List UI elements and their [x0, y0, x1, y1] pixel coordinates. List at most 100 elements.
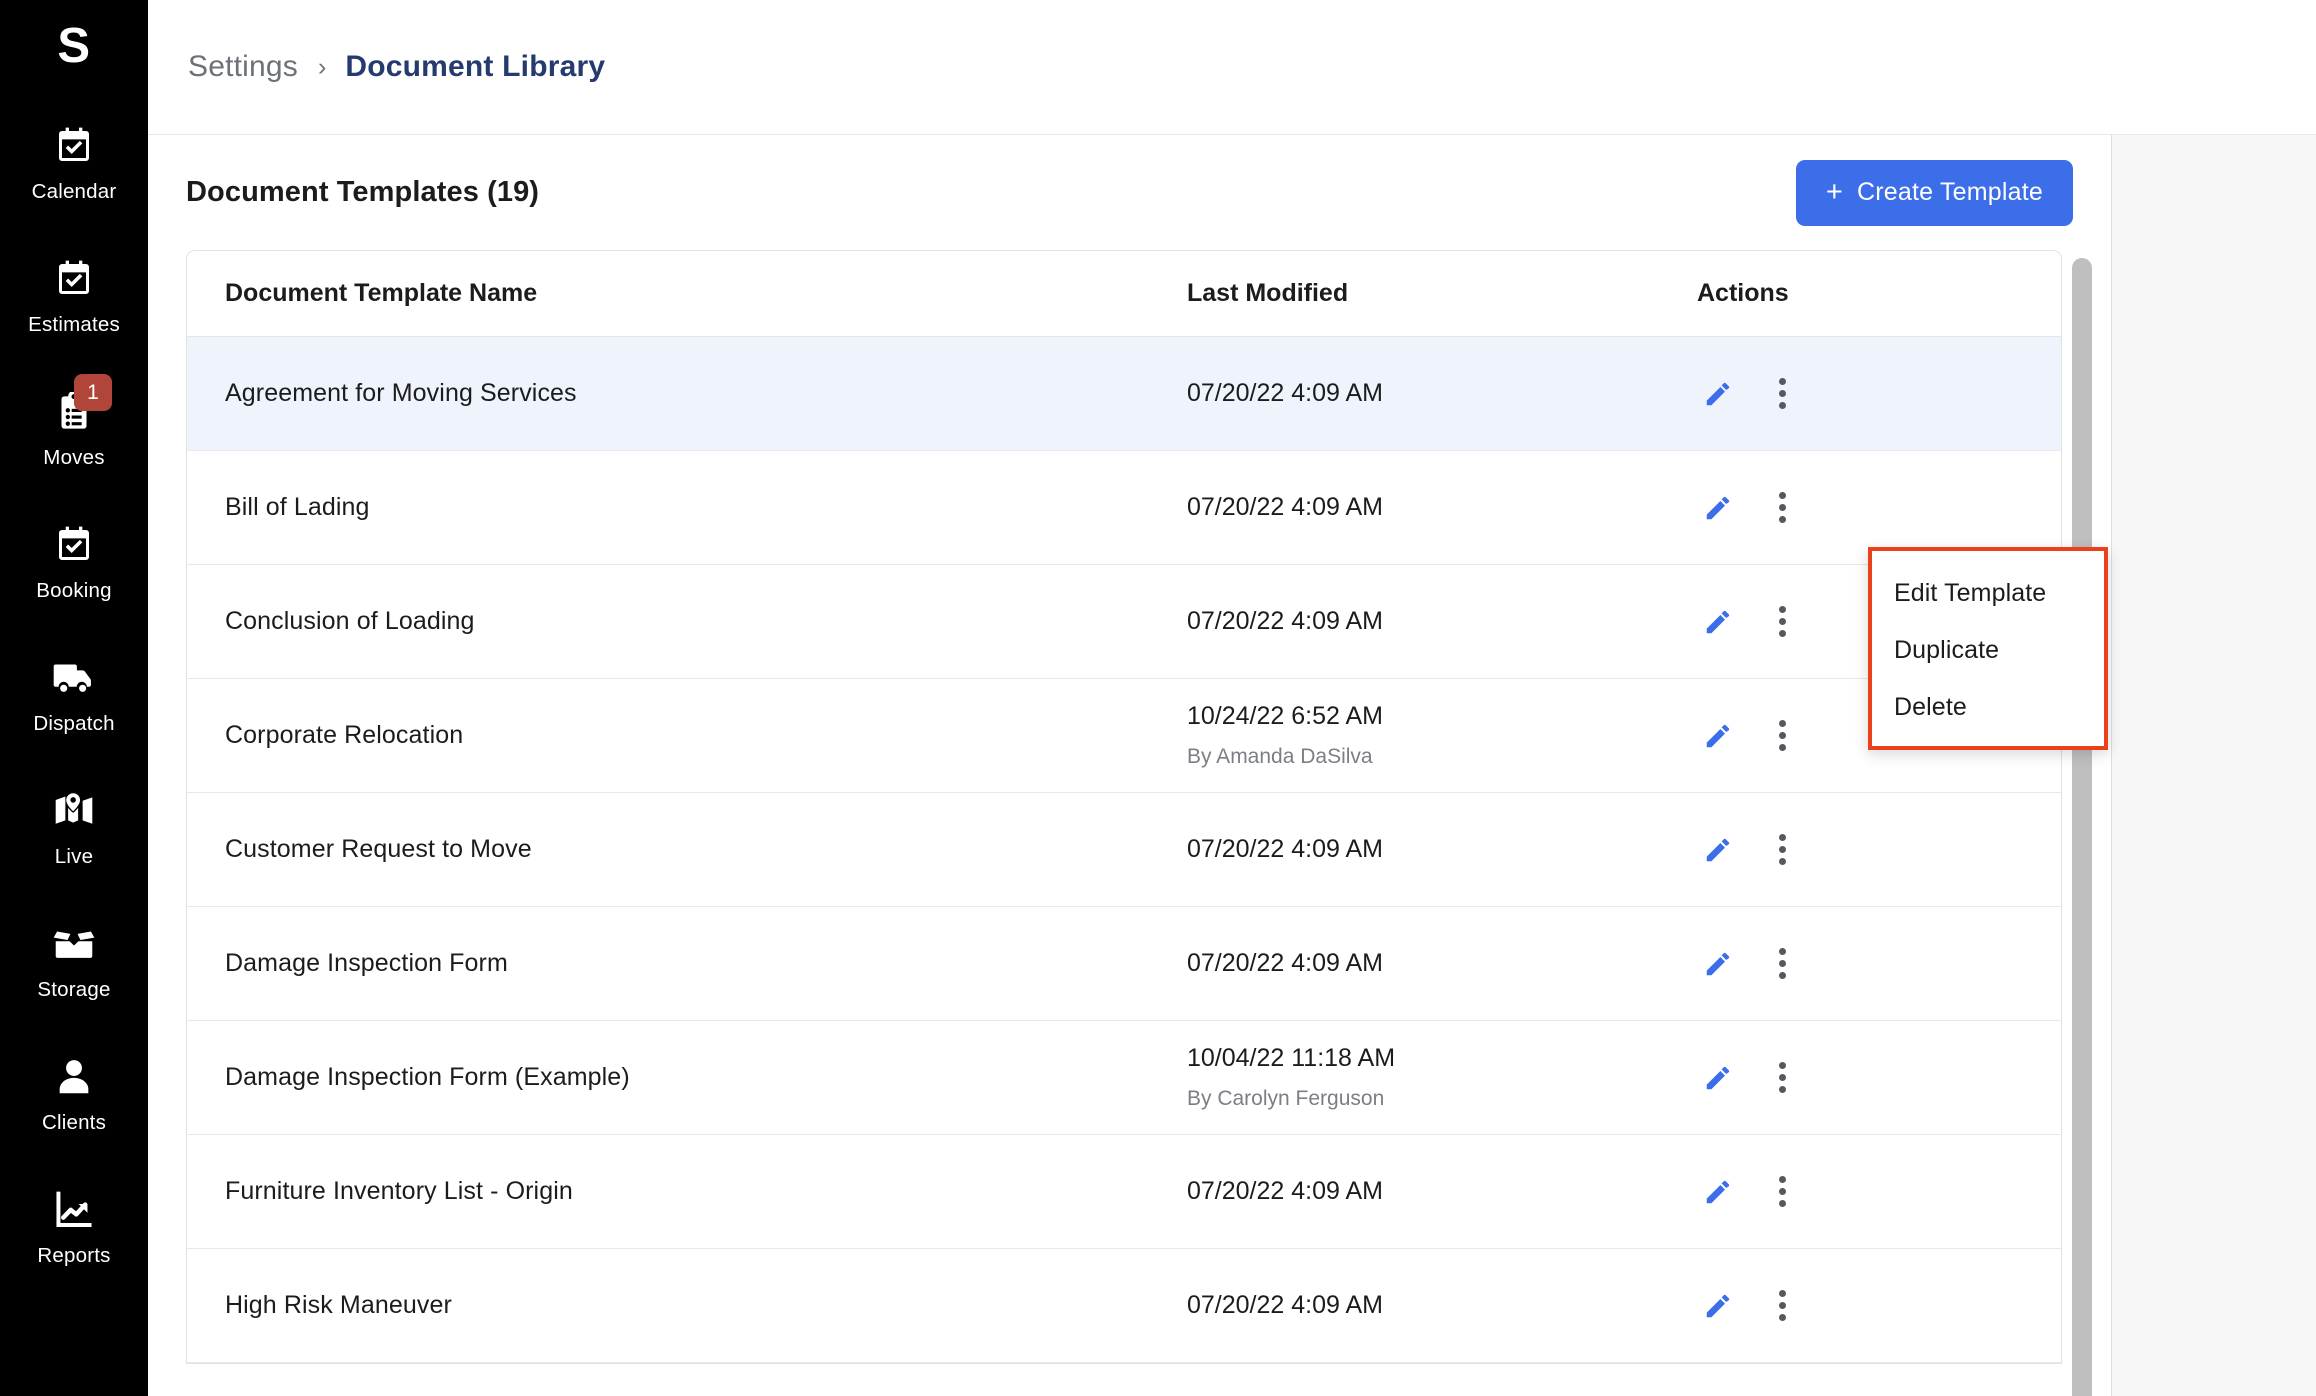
- map-pin-icon: [48, 788, 100, 834]
- sidebar-label-calendar: Calendar: [31, 180, 117, 203]
- row-template-name: Agreement for Moving Services: [225, 379, 577, 407]
- calendar-check-icon: [48, 123, 100, 169]
- pencil-icon[interactable]: [1697, 487, 1739, 529]
- kebab-menu-icon[interactable]: [1761, 1057, 1803, 1099]
- sidebar-item-booking[interactable]: Booking: [0, 522, 148, 655]
- row-last-modified: 10/24/22 6:52 AM By Amanda DaSilva: [1187, 679, 1697, 793]
- context-menu-item-delete[interactable]: Delete: [1872, 679, 2104, 736]
- clipboard-list-icon: 1: [48, 374, 112, 435]
- pencil-icon[interactable]: [1697, 829, 1739, 871]
- row-template-name: Furniture Inventory List - Origin: [225, 1177, 573, 1205]
- table-row[interactable]: Damage Inspection Form 07/20/22 4:09 AM: [187, 907, 2061, 1021]
- row-last-modified: 07/20/22 4:09 AM: [1187, 793, 1697, 907]
- table-scrollbar[interactable]: [2062, 250, 2102, 1396]
- create-template-button[interactable]: + Create Template: [1795, 159, 2073, 226]
- context-menu-item-duplicate[interactable]: Duplicate: [1872, 622, 2104, 679]
- chart-line-icon: [48, 1187, 100, 1233]
- sidebar-item-live[interactable]: Live: [0, 788, 148, 921]
- kebab-menu-icon[interactable]: [1761, 1285, 1803, 1327]
- scrollbar-thumb[interactable]: [2072, 258, 2092, 1396]
- row-modified-date: 07/20/22 4:09 AM: [1187, 1176, 1383, 1205]
- table-row[interactable]: Damage Inspection Form (Example) 10/04/22…: [187, 1021, 2061, 1135]
- table-row[interactable]: Conclusion of Loading 07/20/22 4:09 AM: [187, 565, 2061, 679]
- calendar-check-icon: [48, 522, 100, 568]
- row-modified-date: 07/20/22 4:09 AM: [1187, 378, 1383, 407]
- row-modified-date: 07/20/22 4:09 AM: [1187, 1290, 1383, 1319]
- pencil-icon[interactable]: [1697, 1057, 1739, 1099]
- sidebar-label-estimates: Estimates: [28, 313, 120, 336]
- table-head: Document Template Name Last Modified Act…: [187, 251, 2061, 337]
- breadcrumb-settings[interactable]: Settings: [188, 50, 298, 84]
- column-header-name[interactable]: Document Template Name: [187, 251, 1187, 337]
- row-template-name: Conclusion of Loading: [225, 607, 475, 635]
- kebab-menu-icon[interactable]: [1761, 829, 1803, 871]
- sidebar: S Calendar Estimates 1 Moves Booking Dis…: [0, 0, 148, 1396]
- sidebar-label-clients: Clients: [41, 1111, 107, 1134]
- sidebar-item-calendar[interactable]: Calendar: [0, 123, 148, 256]
- row-context-menu[interactable]: Edit Template Duplicate Delete: [1868, 547, 2108, 750]
- section-header: Document Templates (19) + Create Templat…: [148, 135, 2111, 250]
- row-template-name: Damage Inspection Form (Example): [225, 1063, 630, 1091]
- column-header-actions: Actions: [1697, 251, 2061, 337]
- row-template-name: High Risk Maneuver: [225, 1291, 452, 1319]
- table-row[interactable]: Agreement for Moving Services 07/20/22 4:…: [187, 336, 2061, 451]
- kebab-menu-icon[interactable]: [1761, 373, 1803, 415]
- column-header-modified[interactable]: Last Modified: [1187, 251, 1697, 337]
- app-root: S Calendar Estimates 1 Moves Booking Dis…: [0, 0, 2316, 1396]
- row-last-modified: 10/04/22 11:18 AM By Carolyn Ferguson: [1187, 1021, 1697, 1135]
- context-menu-item-edit-template[interactable]: Edit Template: [1872, 565, 2104, 622]
- sidebar-label-reports: Reports: [37, 1244, 111, 1267]
- sidebar-label-dispatch: Dispatch: [33, 712, 115, 735]
- person-icon: [48, 1054, 100, 1100]
- templates-table: Document Template Name Last Modified Act…: [187, 251, 2061, 1363]
- kebab-menu-icon[interactable]: [1761, 1171, 1803, 1213]
- table-row[interactable]: Furniture Inventory List - Origin 07/20/2…: [187, 1135, 2061, 1249]
- table-row[interactable]: High Risk Maneuver 07/20/22 4:09 AM: [187, 1249, 2061, 1363]
- row-actions-cell: [1697, 337, 2061, 451]
- pencil-icon[interactable]: [1697, 1285, 1739, 1327]
- sidebar-label-live: Live: [54, 845, 94, 868]
- table-row[interactable]: Bill of Lading 07/20/22 4:09 AM: [187, 451, 2061, 565]
- sidebar-label-booking: Booking: [36, 579, 112, 602]
- main-area: Settings › Document Library Document Tem…: [148, 0, 2316, 1396]
- pencil-icon[interactable]: [1697, 373, 1739, 415]
- row-modified-by: By Amanda DaSilva: [1187, 744, 1373, 768]
- plus-icon: +: [1825, 176, 1844, 208]
- row-modified-date: 07/20/22 4:09 AM: [1187, 834, 1383, 863]
- row-actions-cell: [1697, 1021, 2061, 1135]
- truck-icon: [48, 655, 100, 701]
- content-wrapper: Document Templates (19) + Create Templat…: [148, 135, 2316, 1396]
- row-modified-date: 07/20/22 4:09 AM: [1187, 492, 1383, 521]
- templates-table-card: Document Template Name Last Modified Act…: [186, 250, 2062, 1364]
- pencil-icon[interactable]: [1697, 943, 1739, 985]
- row-template-name: Bill of Lading: [225, 493, 370, 521]
- pencil-icon[interactable]: [1697, 715, 1739, 757]
- row-actions-cell: [1697, 1249, 2061, 1363]
- table-body: Agreement for Moving Services 07/20/22 4:…: [187, 336, 2061, 1363]
- row-last-modified: 07/20/22 4:09 AM: [1187, 451, 1697, 565]
- table-header-row: Document Template Name Last Modified Act…: [187, 251, 2061, 337]
- kebab-menu-icon[interactable]: [1761, 487, 1803, 529]
- table-row[interactable]: Customer Request to Move 07/20/22 4:09 AM: [187, 793, 2061, 907]
- sidebar-item-clients[interactable]: Clients: [0, 1054, 148, 1187]
- page-title: Document Templates (19): [186, 176, 540, 208]
- chevron-right-icon: ›: [318, 52, 327, 81]
- row-modified-date: 10/24/22 6:52 AM: [1187, 701, 1383, 730]
- sidebar-item-estimates[interactable]: Estimates: [0, 256, 148, 389]
- row-actions-cell: [1697, 793, 2061, 907]
- row-modified-by: By Carolyn Ferguson: [1187, 1086, 1385, 1110]
- right-rail-panel: [2112, 135, 2316, 1396]
- sidebar-item-dispatch[interactable]: Dispatch: [0, 655, 148, 788]
- table-area: Document Template Name Last Modified Act…: [148, 250, 2111, 1396]
- pencil-icon[interactable]: [1697, 601, 1739, 643]
- kebab-menu-icon[interactable]: [1761, 601, 1803, 643]
- app-logo[interactable]: S: [57, 22, 90, 71]
- kebab-menu-icon[interactable]: [1761, 943, 1803, 985]
- sidebar-item-storage[interactable]: Storage: [0, 921, 148, 1054]
- sidebar-item-reports[interactable]: Reports: [0, 1187, 148, 1320]
- table-row[interactable]: Corporate Relocation 10/24/22 6:52 AM By A…: [187, 679, 2061, 793]
- kebab-menu-icon[interactable]: [1761, 715, 1803, 757]
- breadcrumb-document-library[interactable]: Document Library: [345, 50, 605, 84]
- sidebar-item-moves[interactable]: 1 Moves: [0, 374, 148, 522]
- pencil-icon[interactable]: [1697, 1171, 1739, 1213]
